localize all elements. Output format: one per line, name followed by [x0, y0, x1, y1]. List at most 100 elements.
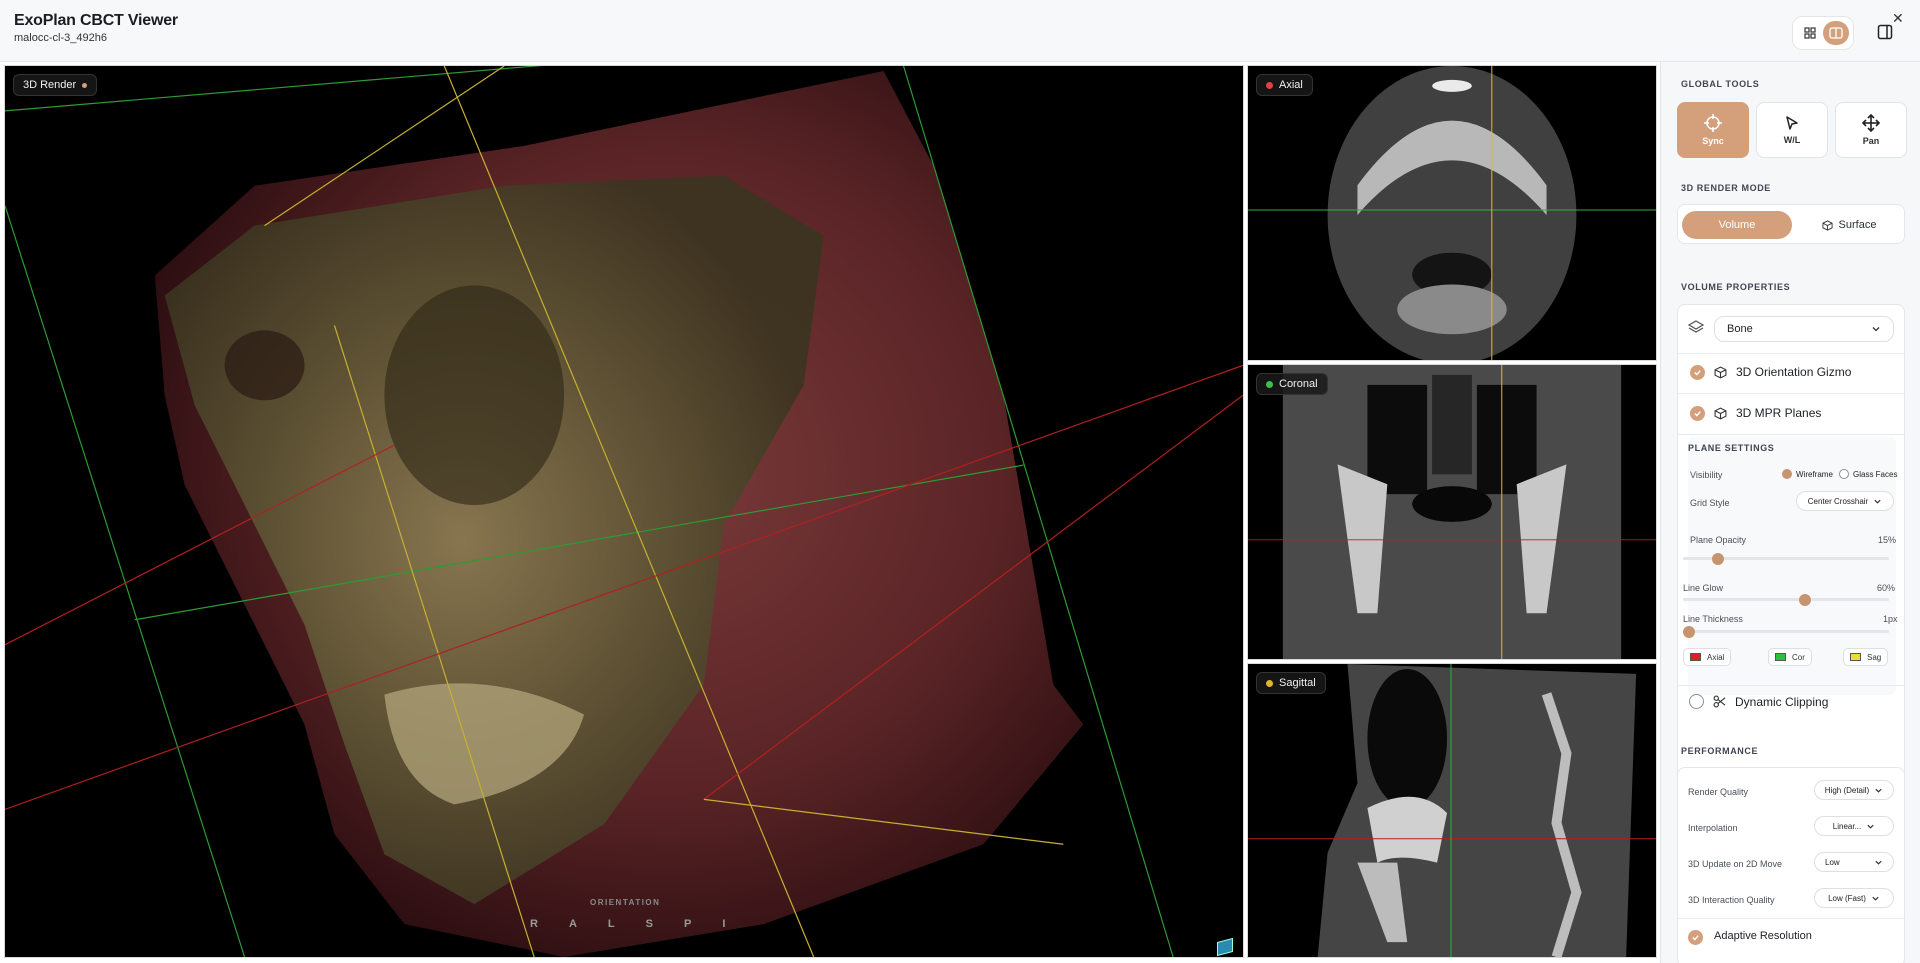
layers-icon — [1688, 320, 1704, 333]
check-icon — [1694, 411, 1701, 417]
swatch-color — [1850, 653, 1861, 661]
chevron-down-icon — [1875, 860, 1882, 865]
wireframe-radio[interactable]: Wireframe — [1782, 469, 1833, 479]
viewport-label-3d: 3D Render — [13, 74, 98, 96]
coronal-color-dot — [1266, 380, 1273, 388]
coronal-slice-image — [1248, 365, 1656, 659]
check-icon — [1692, 935, 1699, 941]
chevron-down-icon — [1867, 824, 1874, 829]
close-icon[interactable]: ✕ — [1892, 10, 1904, 27]
adaptive-resolution-label: Adaptive Resolution — [1714, 930, 1812, 942]
adaptive-resolution-checkbox[interactable] — [1688, 930, 1703, 945]
line-thickness-label: Line Thickness — [1683, 614, 1743, 624]
radio-unselected — [1839, 469, 1849, 479]
app-title: ExoPlan CBCT Viewer — [14, 12, 178, 29]
section-title-plane-settings: PLANE SETTINGS — [1688, 443, 1775, 453]
chevron-down-icon — [1874, 499, 1881, 504]
wl-tool-button[interactable]: W/L — [1756, 102, 1828, 158]
chevron-down-icon — [1875, 788, 1882, 793]
plane-opacity-slider[interactable] — [1683, 552, 1889, 565]
app-header: ExoPlan CBCT Viewer malocc-cl-3_492h6 ✕ — [0, 0, 1920, 62]
orient-l-button[interactable]: L — [608, 918, 615, 930]
control-sidebar: GLOBAL TOOLS Sync W/L Pan 3D RENDER MODE… — [1660, 62, 1920, 963]
gizmo-label: 3D Orientation Gizmo — [1736, 365, 1852, 379]
axial-color-dot — [1266, 81, 1273, 89]
visibility-label: Visibility — [1690, 470, 1723, 480]
split-layout-button[interactable] — [1823, 21, 1849, 45]
move-icon — [1862, 114, 1880, 132]
update-on-move-select[interactable]: Low — [1814, 852, 1894, 872]
axial-color-swatch[interactable]: Axial — [1683, 648, 1732, 666]
scissors-icon — [1713, 695, 1726, 708]
orient-a-button[interactable]: A — [569, 918, 577, 930]
chevron-down-icon — [1872, 896, 1879, 901]
chevron-down-icon — [1872, 327, 1880, 332]
layout-toggle — [1792, 16, 1854, 50]
dynamic-clipping-checkbox[interactable] — [1689, 694, 1704, 709]
viewport-label-coronal: Coronal — [1256, 373, 1328, 395]
interaction-quality-label: 3D Interaction Quality — [1688, 895, 1775, 905]
orientation-title: ORIENTATION — [590, 898, 661, 907]
slider-handle[interactable] — [1799, 593, 1812, 606]
mpr-planes-checkbox[interactable] — [1690, 406, 1705, 421]
axial-slice-image — [1248, 66, 1656, 360]
volume-mode-button[interactable]: Volume — [1682, 211, 1792, 239]
coronal-color-swatch[interactable]: Cor — [1768, 648, 1812, 666]
render-quality-select[interactable]: High (Detail) — [1814, 780, 1894, 800]
plane-color-swatches: Axial Cor Sag — [1683, 648, 1889, 668]
plane-opacity-label: Plane Opacity — [1690, 535, 1747, 545]
interaction-quality-select[interactable]: Low (Fast) — [1814, 888, 1894, 908]
crosshair-icon — [1704, 114, 1722, 132]
cube-icon — [1714, 366, 1727, 379]
cube-icon — [1714, 407, 1727, 420]
orient-p-button[interactable]: P — [684, 918, 691, 930]
glass-faces-radio[interactable]: Glass Faces — [1839, 469, 1897, 479]
grid-style-select[interactable]: Center Crosshair — [1796, 491, 1894, 511]
render-3d-viewport[interactable]: 3D Render ORIENTATION R A L S P I — [4, 65, 1244, 958]
line-glow-label: Line Glow — [1683, 583, 1724, 593]
mpr-planes-label: 3D MPR Planes — [1736, 406, 1822, 420]
surface-mode-button[interactable]: Surface — [1796, 211, 1902, 239]
status-dot — [82, 82, 88, 88]
render-mode-toggle: Volume Surface — [1677, 204, 1905, 244]
render-quality-label: Render Quality — [1688, 787, 1749, 797]
pan-tool-button[interactable]: Pan — [1835, 102, 1907, 158]
line-thickness-value: 1px — [1883, 614, 1898, 624]
performance-card: Render Quality High (Detail) Interpolati… — [1677, 767, 1906, 963]
grid-layout-button[interactable] — [1797, 21, 1823, 45]
sagittal-color-swatch[interactable]: Sag — [1843, 648, 1889, 666]
radio-selected — [1782, 469, 1792, 479]
section-title-global-tools: GLOBAL TOOLS — [1681, 79, 1760, 89]
viewport-label-axial: Axial — [1256, 74, 1313, 96]
panel-right-icon — [1877, 24, 1893, 40]
volume-render-image — [5, 66, 1243, 957]
slider-handle[interactable] — [1712, 552, 1725, 565]
sagittal-viewport[interactable]: Sagittal — [1247, 663, 1657, 958]
line-glow-slider[interactable] — [1683, 593, 1889, 606]
section-title-volume-properties: VOLUME PROPERTIES — [1681, 282, 1791, 292]
cursor-icon — [1786, 116, 1798, 130]
case-id: malocc-cl-3_492h6 — [14, 32, 107, 44]
swatch-color — [1690, 653, 1701, 661]
volume-preset-select[interactable]: Bone — [1714, 316, 1894, 342]
sagittal-slice-image — [1248, 664, 1656, 957]
swatch-color — [1775, 653, 1786, 661]
viewer-area: 3D Render ORIENTATION R A L S P I Axial — [0, 62, 1660, 963]
section-title-render-mode: 3D RENDER MODE — [1681, 183, 1771, 193]
axial-viewport[interactable]: Axial — [1247, 65, 1657, 361]
gizmo-checkbox[interactable] — [1690, 365, 1705, 380]
interpolation-label: Interpolation — [1688, 823, 1738, 833]
slider-handle[interactable] — [1683, 625, 1695, 638]
check-icon — [1694, 370, 1701, 376]
interpolation-select[interactable]: Linear... — [1814, 816, 1894, 836]
sagittal-color-dot — [1266, 679, 1273, 687]
coronal-viewport[interactable]: Coronal — [1247, 364, 1657, 660]
update-on-move-label: 3D Update on 2D Move — [1688, 859, 1783, 869]
orient-i-button[interactable]: I — [722, 918, 725, 930]
orient-r-button[interactable]: R — [530, 918, 538, 930]
sync-tool-button[interactable]: Sync — [1677, 102, 1749, 158]
line-thickness-slider[interactable] — [1683, 625, 1889, 638]
split-view-icon — [1829, 27, 1843, 39]
dynamic-clipping-label: Dynamic Clipping — [1735, 695, 1829, 709]
orient-s-button[interactable]: S — [646, 918, 653, 930]
